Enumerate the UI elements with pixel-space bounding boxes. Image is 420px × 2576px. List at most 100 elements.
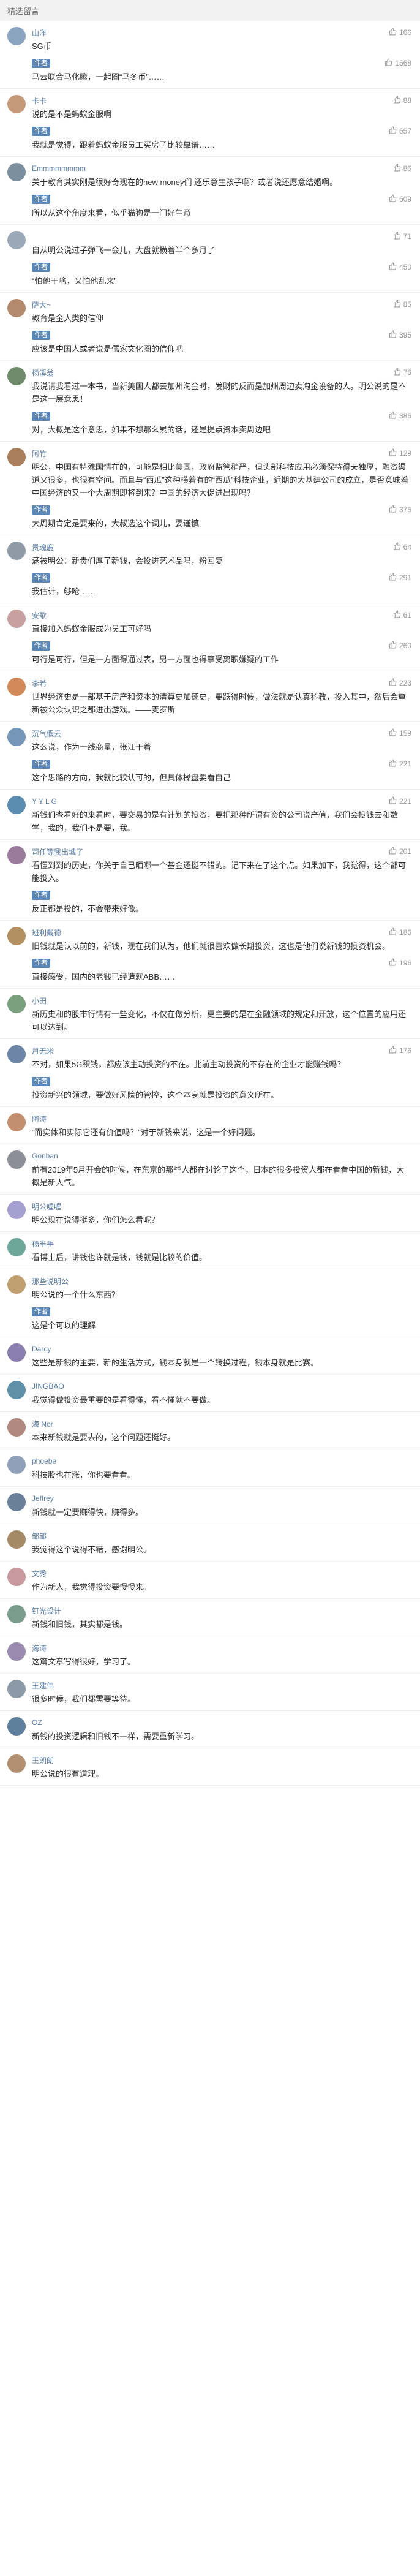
like-button[interactable]: 88 — [393, 96, 411, 105]
commenter-name[interactable]: OZ — [32, 1718, 42, 1727]
like-button[interactable]: 1568 — [384, 58, 411, 68]
commenter-name[interactable]: 海涛 — [32, 1643, 47, 1653]
avatar[interactable] — [7, 1530, 26, 1549]
avatar[interactable] — [7, 846, 26, 864]
commenter-name[interactable]: 王朗朗 — [32, 1755, 54, 1766]
commenter-name[interactable]: 杨溪翁 — [32, 368, 54, 378]
commenter-name[interactable]: 小田 — [32, 995, 47, 1006]
avatar[interactable] — [7, 1381, 26, 1399]
avatar[interactable] — [7, 1418, 26, 1437]
like-button[interactable]: 159 — [389, 728, 411, 738]
like-button[interactable]: 71 — [393, 232, 411, 241]
commenter-name[interactable]: 司任等我出城了 — [32, 847, 83, 857]
avatar[interactable] — [7, 1045, 26, 1063]
avatar[interactable] — [7, 27, 26, 45]
commenter-name[interactable]: 文秀 — [32, 1568, 47, 1579]
avatar[interactable] — [7, 95, 26, 113]
avatar[interactable] — [7, 1238, 26, 1256]
commenter-name[interactable]: 钉光设计 — [32, 1606, 61, 1616]
commenter-name[interactable]: Y Y L G — [32, 797, 57, 806]
avatar[interactable] — [7, 1343, 26, 1362]
like-button[interactable]: 395 — [389, 330, 411, 340]
commenter-name[interactable]: 山洋 — [32, 28, 47, 38]
avatar[interactable] — [7, 995, 26, 1013]
commenter-name[interactable]: 贵魂鹿 — [32, 542, 54, 553]
commenter-name[interactable]: Darcy — [32, 1345, 51, 1353]
like-count: 86 — [403, 164, 411, 173]
like-button[interactable]: 260 — [389, 641, 411, 651]
like-button[interactable]: 450 — [389, 262, 411, 272]
commenter-name[interactable]: 邹邹 — [32, 1531, 47, 1541]
like-button[interactable]: 61 — [393, 610, 411, 620]
commenter-name[interactable]: JINGBAO — [32, 1382, 64, 1391]
commenter-name[interactable]: 那些说明公 — [32, 1276, 69, 1286]
commenter-name[interactable]: 李希 — [32, 678, 47, 689]
avatar[interactable] — [7, 448, 26, 466]
like-button[interactable]: 186 — [389, 927, 411, 937]
avatar[interactable] — [7, 728, 26, 746]
like-button[interactable]: 176 — [389, 1046, 411, 1056]
like-button[interactable]: 85 — [393, 300, 411, 309]
like-button[interactable]: 64 — [393, 542, 411, 552]
avatar[interactable] — [7, 1680, 26, 1698]
like-button[interactable]: 223 — [389, 678, 411, 688]
avatar[interactable] — [7, 367, 26, 385]
avatar[interactable] — [7, 927, 26, 945]
like-button[interactable]: 129 — [389, 448, 411, 458]
avatar[interactable] — [7, 1605, 26, 1623]
avatar[interactable] — [7, 1113, 26, 1131]
avatar[interactable] — [7, 796, 26, 814]
author-reply: 作者 投资新兴的领域，要做好风险的管控，这个本身就是投资的意义所在。 — [32, 1076, 411, 1101]
avatar[interactable] — [7, 542, 26, 560]
commenter-name[interactable]: 沉气假云 — [32, 728, 61, 739]
like-count: 176 — [399, 1046, 411, 1055]
like-button[interactable]: 386 — [389, 411, 411, 421]
commenter-name[interactable]: 班利戴德 — [32, 927, 61, 938]
commenter-name[interactable]: 海 Nor — [32, 1419, 53, 1429]
commenter-name[interactable]: 萨大~ — [32, 300, 51, 310]
avatar[interactable] — [7, 1275, 26, 1294]
commenter-name[interactable]: 明公喔喔 — [32, 1201, 61, 1212]
commenter-name[interactable]: 阿竹 — [32, 448, 47, 459]
avatar[interactable] — [7, 1754, 26, 1773]
like-button[interactable]: 221 — [389, 759, 411, 769]
commenter-name[interactable]: Emmmmmmmm — [32, 164, 86, 173]
like-button[interactable]: 375 — [389, 505, 411, 515]
avatar[interactable] — [7, 1717, 26, 1736]
like-button[interactable]: 201 — [389, 847, 411, 856]
avatar[interactable] — [7, 1201, 26, 1219]
commenter-name[interactable]: 安歌 — [32, 610, 47, 621]
avatar[interactable] — [7, 610, 26, 628]
commenter-name[interactable]: 卡卡 — [32, 96, 47, 106]
like-button[interactable]: 166 — [389, 28, 411, 37]
avatar[interactable] — [7, 1493, 26, 1511]
comment-header: 阿竹 129 — [32, 448, 411, 459]
author-reply-text: 对，大概是这个意思，如果不想那么累的话，还是提点资本卖周边吧 — [32, 425, 271, 434]
avatar[interactable] — [7, 1568, 26, 1586]
like-button[interactable]: 221 — [389, 796, 411, 806]
comment-text: 说的是不是蚂蚁金服啊 — [32, 110, 112, 119]
comment-item: 月无米 176 不对，如果5G积钱，都应该主动投资的不在。此前主动投资的不存在的企业… — [0, 1039, 420, 1107]
like-button[interactable]: 291 — [389, 573, 411, 583]
avatar[interactable] — [7, 299, 26, 317]
avatar[interactable] — [7, 1456, 26, 1474]
commenter-name[interactable]: Gonban — [32, 1152, 58, 1160]
author-reply-header: 作者 657 — [32, 126, 411, 137]
like-button[interactable]: 76 — [393, 368, 411, 377]
like-button[interactable]: 196 — [389, 958, 411, 968]
avatar[interactable] — [7, 231, 26, 249]
like-button[interactable]: 609 — [389, 194, 411, 204]
avatar[interactable] — [7, 163, 26, 181]
avatar[interactable] — [7, 1150, 26, 1169]
commenter-name[interactable]: Jeffrey — [32, 1494, 54, 1503]
like-button[interactable]: 657 — [389, 126, 411, 136]
avatar[interactable] — [7, 1642, 26, 1661]
commenter-name[interactable]: phoebe — [32, 1457, 56, 1465]
avatar[interactable] — [7, 678, 26, 696]
commenter-name[interactable]: 月无米 — [32, 1046, 54, 1056]
commenter-name[interactable]: 王建伟 — [32, 1680, 54, 1691]
commenter-name[interactable]: 杨半手 — [32, 1239, 54, 1249]
like-button[interactable]: 86 — [393, 164, 411, 173]
commenter-name[interactable]: 阿涛 — [32, 1114, 47, 1124]
author-reply-text: 可行是可行，但是一方面得通过表，另一方面也得享受离职嫌疑的工作 — [32, 655, 279, 664]
